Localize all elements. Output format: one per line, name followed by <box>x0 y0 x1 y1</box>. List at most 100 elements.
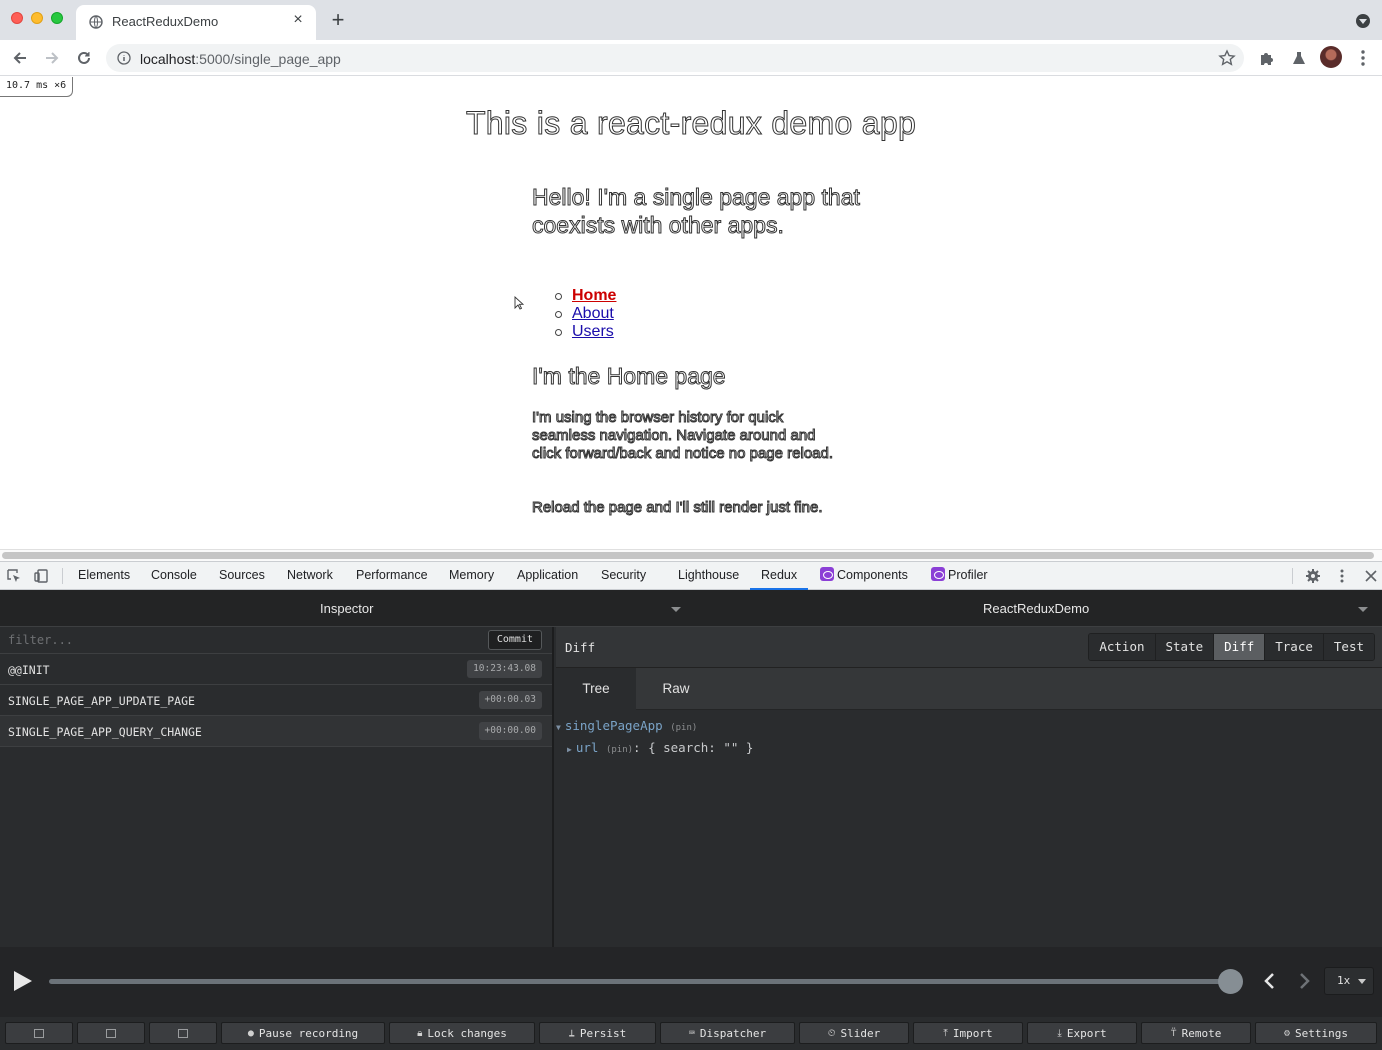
web-page: 10.7 ms ×6 This is a react-redux demo ap… <box>0 77 1382 549</box>
page-horizontal-scrollbar[interactable] <box>0 549 1382 561</box>
page-nav: Home About Users <box>555 287 616 341</box>
url-path: :5000/single_page_app <box>195 51 341 67</box>
browser-menu-button[interactable] <box>1353 48 1373 68</box>
tab-components[interactable]: Components <box>820 562 908 590</box>
slider-button[interactable]: ⏲ Slider <box>799 1022 909 1044</box>
tab-application[interactable]: Application <box>517 562 578 590</box>
redux-bottom-toolbar: ● Pause recording 🔒︎ Lock changes ⍊ Persist… <box>0 1017 1382 1050</box>
pin-label[interactable]: (pin) <box>670 723 697 733</box>
tab-action[interactable]: Action <box>1089 634 1155 660</box>
tab-tree[interactable]: Tree <box>556 668 636 710</box>
playback-speed-select[interactable]: 1x <box>1324 967 1374 995</box>
minimize-window-button[interactable] <box>31 12 43 24</box>
layout-right-button[interactable] <box>77 1022 145 1044</box>
tab-memory[interactable]: Memory <box>449 562 494 590</box>
url-host: localhost <box>140 51 196 67</box>
lock-changes-button[interactable]: 🔒︎ Lock changes <box>389 1022 535 1044</box>
action-item-selected[interactable]: SINGLE_PAGE_APP_QUERY_CHANGE +00:00.00 <box>0 716 552 747</box>
home-link[interactable]: Home <box>572 287 616 304</box>
device-toolbar-icon[interactable] <box>33 568 49 584</box>
settings-button[interactable]: ⚙ Settings <box>1255 1022 1377 1044</box>
step-back-button[interactable] <box>1258 969 1280 993</box>
persist-button[interactable]: ⍊ Persist <box>539 1022 656 1044</box>
forward-button[interactable] <box>41 47 63 69</box>
tab-performance[interactable]: Performance <box>356 562 428 590</box>
tab-search-icon[interactable] <box>1356 14 1370 28</box>
labs-button[interactable] <box>1289 48 1309 68</box>
tree-node-child[interactable]: ▶ url (pin): { search: "" } <box>567 739 753 757</box>
divider <box>62 568 63 584</box>
new-tab-button[interactable]: + <box>328 9 348 31</box>
profile-avatar[interactable] <box>1320 46 1342 68</box>
reload-button[interactable] <box>73 47 95 69</box>
slider-handle[interactable] <box>1218 969 1243 994</box>
close-icon[interactable] <box>1363 568 1379 584</box>
commit-button[interactable]: Commit <box>487 630 542 650</box>
tab-lighthouse[interactable]: Lighthouse <box>678 562 739 590</box>
remote-button[interactable]: ⍡ Remote <box>1141 1022 1251 1044</box>
export-button[interactable]: ⤓ Export <box>1027 1022 1137 1044</box>
inspect-element-icon[interactable] <box>6 568 22 584</box>
bookmark-star-icon[interactable] <box>1218 49 1236 67</box>
chevron-down-icon[interactable] <box>1358 607 1368 612</box>
back-button[interactable] <box>9 47 31 69</box>
action-timestamp: 10:23:43.08 <box>467 660 542 678</box>
pause-recording-button[interactable]: ● Pause recording <box>221 1022 385 1044</box>
about-link[interactable]: About <box>572 305 614 322</box>
tab-raw[interactable]: Raw <box>636 668 716 710</box>
layout-left-button[interactable] <box>5 1022 73 1044</box>
layout-bottom-button[interactable] <box>149 1022 217 1044</box>
gear-icon[interactable] <box>1305 568 1321 584</box>
pin-label[interactable]: (pin) <box>606 745 633 755</box>
chevron-down-icon[interactable] <box>671 607 681 612</box>
expand-triangle-icon[interactable]: ▼ <box>556 723 561 732</box>
dispatcher-label: Dispatcher <box>699 1026 767 1040</box>
tab-sources[interactable]: Sources <box>219 562 265 590</box>
users-link[interactable]: Users <box>572 323 614 340</box>
react-icon <box>820 567 834 581</box>
tab-diff[interactable]: Diff <box>1213 634 1265 660</box>
tab-trace[interactable]: Trace <box>1264 634 1323 660</box>
chevron-right-icon <box>1300 973 1310 989</box>
play-icon[interactable] <box>14 971 32 991</box>
slider-track[interactable] <box>49 979 1230 984</box>
record-icon: ● <box>247 1027 254 1039</box>
filter-input[interactable]: filter... <box>8 633 73 647</box>
import-button[interactable]: ⤒ Import <box>913 1022 1023 1044</box>
action-name: SINGLE_PAGE_APP_QUERY_CHANGE <box>8 725 202 739</box>
address-bar[interactable]: localhost:5000/single_page_app <box>106 44 1244 72</box>
download-icon: ⤓ <box>1057 1027 1062 1039</box>
browser-tab[interactable]: ReactReduxDemo × <box>76 5 316 40</box>
tree-node-root[interactable]: ▼ singlePageApp (pin) <box>556 717 697 735</box>
monitor-select[interactable]: Inspector <box>320 601 373 616</box>
dispatcher-button[interactable]: ⌨ Dispatcher <box>660 1022 795 1044</box>
close-window-button[interactable] <box>11 12 23 24</box>
home-page-heading: I'm the Home page <box>532 363 727 390</box>
close-tab-icon[interactable]: × <box>290 12 306 28</box>
preview-title: Diff <box>565 640 596 655</box>
action-item[interactable]: @@INIT 10:23:43.08 <box>0 654 552 685</box>
settings-label: Settings <box>1295 1026 1348 1040</box>
tab-network[interactable]: Network <box>287 562 333 590</box>
instance-select[interactable]: ReactReduxDemo <box>983 601 1089 616</box>
action-timestamp: +00:00.03 <box>478 691 542 709</box>
tree-key: singlePageApp <box>564 718 663 733</box>
collapse-triangle-icon[interactable]: ▶ <box>567 745 572 754</box>
step-forward-button[interactable] <box>1294 969 1316 993</box>
tab-console[interactable]: Console <box>151 562 197 590</box>
time-travel-slider: 1x <box>0 947 1382 1017</box>
tab-security[interactable]: Security <box>601 562 646 590</box>
tab-elements[interactable]: Elements <box>78 562 130 590</box>
extensions-button[interactable] <box>1257 48 1277 68</box>
nav-item-home: Home <box>555 287 616 305</box>
maximize-window-button[interactable] <box>51 12 63 24</box>
tab-redux[interactable]: Redux <box>750 562 809 590</box>
action-item[interactable]: SINGLE_PAGE_APP_UPDATE_PAGE +00:00.03 <box>0 685 552 716</box>
lock-changes-label: Lock changes <box>427 1026 507 1040</box>
tab-test[interactable]: Test <box>1322 634 1374 660</box>
tab-state[interactable]: State <box>1154 634 1214 660</box>
kebab-menu-icon[interactable] <box>1334 568 1350 584</box>
info-icon[interactable] <box>117 51 131 65</box>
tab-profiler[interactable]: Profiler <box>931 562 988 590</box>
scrollbar-thumb[interactable] <box>2 552 1374 559</box>
